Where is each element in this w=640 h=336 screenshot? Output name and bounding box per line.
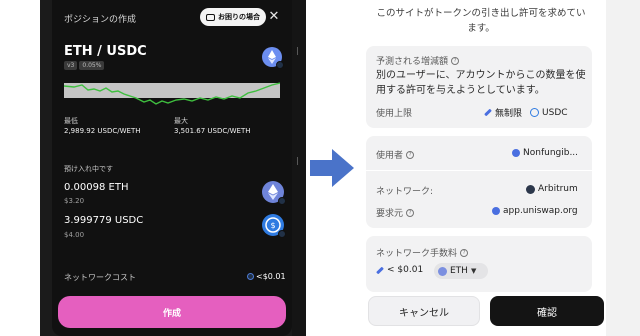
info-icon[interactable]: ? — [460, 248, 469, 257]
pair-title: ETH / USDC — [64, 44, 147, 59]
edge-mark: | — [296, 156, 299, 165]
min-price-value: 2,989.92 USDC/WETH — [64, 127, 141, 135]
fee-value: < $0.01 — [387, 265, 424, 275]
limit-token: USDC — [542, 107, 568, 118]
arbitrum-badge-icon — [276, 61, 284, 69]
wallet-message: このサイトがトークンの引き出し許可を求めています。 — [376, 8, 586, 34]
user-label: 使用者 — [376, 151, 404, 161]
arbitrum-badge-icon — [278, 230, 286, 238]
edge-mark: | — [296, 46, 299, 55]
edit-pencil-icon[interactable] — [376, 266, 384, 274]
fee-token-selector[interactable]: ETH ▼ — [434, 263, 488, 279]
limit-value: 無制限 — [495, 109, 523, 119]
app-background-edge: | | — [292, 0, 306, 336]
user-value: Nonfungib... — [523, 148, 579, 158]
usdc-icon — [530, 108, 540, 117]
max-price-label: 最大 — [174, 117, 188, 125]
fee-title-group: ネットワーク手数料 ? — [376, 246, 469, 259]
token1-amount: 0.00098 ETH — [64, 182, 129, 193]
token1-usd: $3.20 — [64, 197, 85, 205]
predicted-change-card: 予測される増減額 ? 別のユーザーに、アカウントからこの数量を使用する許可を与え… — [366, 46, 592, 128]
arbitrum-badge-icon — [247, 273, 254, 280]
token2-usd: $4.00 — [64, 231, 85, 239]
create-position-modal: ポジションの作成 お困りの場合 ✕ ETH / USDC v3 0.05% 最低… — [52, 0, 292, 336]
info-icon[interactable]: ? — [406, 208, 415, 217]
svg-text:$: $ — [270, 221, 275, 230]
network-value: Arbitrum — [538, 184, 578, 194]
site-icon — [492, 207, 500, 215]
predicted-change-title-text: 予測される増減額 — [376, 57, 449, 67]
predicted-change-text: 別のユーザーに、アカウントからこの数量を使用する許可を与えようとしています。 — [376, 70, 586, 96]
details-card: 使用者 ? Nonfungib... ネットワーク: Arbitrum 要求元 … — [366, 136, 592, 228]
help-button[interactable]: お困りの場合 — [200, 8, 266, 26]
fee-value-group: < $0.01 — [376, 265, 423, 275]
divider — [366, 170, 592, 171]
flow-arrow-icon — [310, 149, 354, 187]
requester-label: 要求元 — [376, 209, 404, 219]
limit-value-group: 無制限 USDC — [484, 106, 568, 119]
version-badge: v3 — [64, 61, 78, 70]
predicted-change-title: 予測される増減額 ? — [376, 54, 460, 67]
close-icon[interactable]: ✕ — [266, 8, 282, 26]
network-cost-value: <$0.01 — [247, 272, 286, 281]
edit-pencil-icon[interactable] — [484, 108, 492, 117]
info-icon[interactable]: ? — [406, 150, 415, 159]
max-price-value: 3,501.67 USDC/WETH — [174, 127, 251, 135]
chat-icon — [206, 13, 215, 21]
fee-tier-badge: 0.05% — [79, 61, 105, 70]
contract-icon — [512, 149, 520, 157]
fee-title: ネットワーク手数料 — [376, 249, 458, 259]
requester-value-group: app.uniswap.org — [492, 206, 578, 216]
cancel-button[interactable]: キャンセル — [368, 296, 480, 326]
eth-logo-icon — [262, 181, 286, 205]
deposit-label: 預け入れ中です — [64, 165, 113, 173]
eth-icon — [438, 266, 447, 276]
limit-label: 使用上限 — [376, 109, 413, 119]
help-label: お困りの場合 — [218, 13, 260, 21]
eth-logo-icon — [262, 47, 284, 69]
network-value-group: Arbitrum — [526, 184, 578, 194]
network-label: ネットワーク: — [376, 187, 434, 197]
requester-value: app.uniswap.org — [503, 206, 578, 216]
arbitrum-icon — [526, 184, 535, 194]
wallet-side-area — [606, 0, 640, 336]
create-button[interactable]: 作成 — [58, 296, 286, 328]
requester-label-group: 要求元 ? — [376, 206, 415, 219]
confirm-button[interactable]: 確認 — [490, 296, 604, 326]
network-cost-amount: <$0.01 — [256, 272, 286, 281]
user-label-group: 使用者 ? — [376, 148, 415, 161]
price-range-chart — [64, 76, 280, 108]
user-value-group[interactable]: Nonfungib... — [512, 148, 578, 158]
min-price-label: 最低 — [64, 117, 78, 125]
chevron-down-icon: ▼ — [470, 267, 477, 275]
screenshot-stage: | | ポジションの作成 お困りの場合 ✕ ETH / USDC v3 0.05… — [0, 0, 640, 336]
modal-title: ポジションの作成 — [64, 15, 137, 25]
info-icon[interactable]: ? — [451, 56, 460, 65]
network-cost-label: ネットワークコスト — [64, 273, 136, 282]
usdc-logo-icon: $ — [262, 214, 286, 238]
token2-amount: 3.999779 USDC — [64, 215, 144, 226]
fee-token: ETH — [450, 266, 468, 276]
arbitrum-badge-icon — [278, 197, 286, 205]
pool-badges: v3 0.05% — [64, 61, 105, 70]
